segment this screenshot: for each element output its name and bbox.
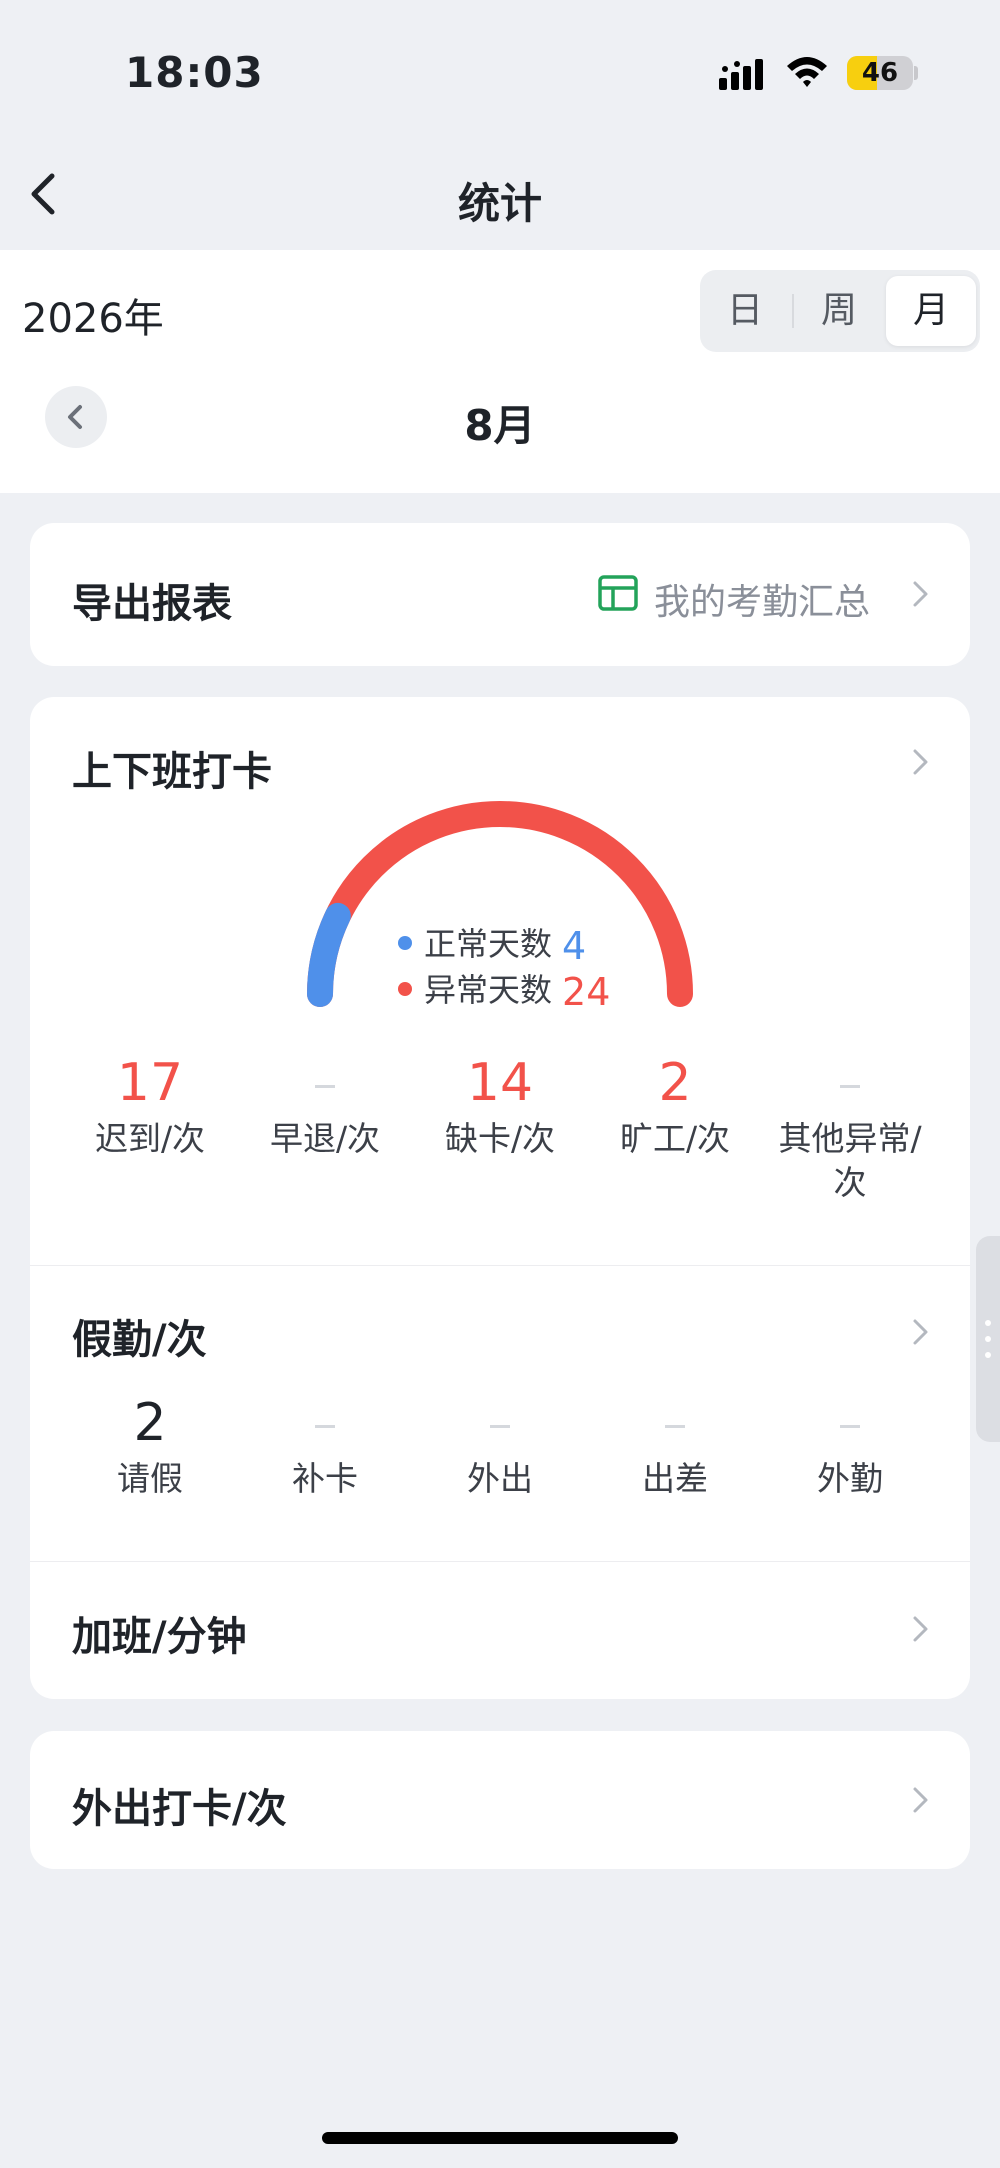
cellular-signal-icon bbox=[719, 59, 763, 90]
stat-early-leave[interactable]: 早退/次 bbox=[235, 1051, 415, 1161]
stat-missing-punch[interactable]: 14 缺卡/次 bbox=[410, 1051, 590, 1161]
stat-early-leave-value bbox=[235, 1051, 415, 1115]
section-divider bbox=[30, 1561, 970, 1562]
stat-makeup-punch-value bbox=[235, 1391, 415, 1455]
legend-abnormal: 异常天数 24 bbox=[398, 965, 610, 1014]
stat-business-trip[interactable]: 出差 bbox=[585, 1391, 765, 1501]
chevron-right-icon[interactable] bbox=[910, 1610, 932, 1648]
tab-month[interactable]: 月 bbox=[886, 276, 976, 346]
home-indicator bbox=[322, 2132, 678, 2144]
outing-punch-card[interactable]: 外出打卡/次 bbox=[30, 1731, 970, 1869]
chevron-right-icon bbox=[913, 1787, 928, 1813]
empty-dash bbox=[665, 1424, 685, 1428]
battery-percent: 46 bbox=[861, 58, 899, 88]
year-label[interactable]: 2026年 bbox=[22, 286, 164, 344]
handle-dot bbox=[985, 1336, 991, 1342]
battery-icon: 46 bbox=[847, 56, 913, 90]
stat-outing-label: 外出 bbox=[467, 1459, 533, 1498]
abnormal-days-value: 24 bbox=[562, 970, 611, 1014]
attendance-summary-link[interactable]: 我的考勤汇总 bbox=[654, 573, 870, 625]
stat-other-abnormal-label: 其他异常/次 bbox=[778, 1119, 922, 1202]
stat-late[interactable]: 17 迟到/次 bbox=[60, 1051, 240, 1161]
stat-missing-punch-value: 14 bbox=[466, 1053, 534, 1113]
clock-in-title[interactable]: 上下班打卡 bbox=[72, 739, 272, 797]
legend-normal: 正常天数 4 bbox=[398, 919, 586, 968]
period-segmented-control: 日 周 月 bbox=[700, 270, 980, 352]
stat-absent[interactable]: 2 旷工/次 bbox=[585, 1051, 765, 1161]
stat-field-work-label: 外勤 bbox=[817, 1459, 883, 1498]
empty-dash bbox=[490, 1424, 510, 1428]
stat-absent-value: 2 bbox=[658, 1053, 692, 1113]
empty-dash bbox=[315, 1424, 335, 1428]
normal-days-value: 4 bbox=[562, 924, 587, 968]
stat-leave[interactable]: 2 请假 bbox=[60, 1391, 240, 1501]
month-label: 8月 bbox=[464, 401, 536, 450]
stat-absent-label: 旷工/次 bbox=[619, 1119, 731, 1158]
section-divider bbox=[30, 1265, 970, 1266]
legend-dot-normal bbox=[398, 936, 412, 950]
stat-makeup-punch-label: 补卡 bbox=[292, 1459, 358, 1498]
leave-title[interactable]: 假勤/次 bbox=[72, 1307, 207, 1365]
stat-makeup-punch[interactable]: 补卡 bbox=[235, 1391, 415, 1501]
wifi-icon bbox=[787, 57, 827, 87]
empty-dash bbox=[315, 1084, 335, 1088]
attendance-stats-card: 上下班打卡 正常天数 4 异常天数 24 17 迟到/次 早退/次 14 缺卡/次 … bbox=[30, 697, 970, 1699]
stat-other-abnormal-value bbox=[765, 1051, 935, 1115]
stat-outing[interactable]: 外出 bbox=[410, 1391, 590, 1501]
stat-missing-punch-label: 缺卡/次 bbox=[444, 1119, 556, 1158]
stat-field-work-value bbox=[760, 1391, 940, 1455]
stat-late-label: 迟到/次 bbox=[94, 1119, 206, 1158]
stat-leave-value: 2 bbox=[133, 1393, 167, 1453]
stat-field-work[interactable]: 外勤 bbox=[760, 1391, 940, 1501]
tab-day[interactable]: 日 bbox=[700, 270, 790, 352]
legend-abnormal-label: 异常天数 bbox=[424, 971, 553, 1009]
status-time: 18:03 bbox=[125, 48, 264, 97]
export-report-title: 导出报表 bbox=[72, 581, 232, 627]
stat-leave-label: 请假 bbox=[117, 1459, 183, 1498]
legend-dot-abnormal bbox=[398, 982, 412, 996]
handle-dot bbox=[985, 1320, 991, 1326]
handle-dot bbox=[985, 1352, 991, 1358]
stat-late-value: 17 bbox=[116, 1053, 184, 1113]
gauge-normal-arc bbox=[307, 902, 351, 1007]
stat-other-abnormal[interactable]: 其他异常/次 bbox=[765, 1051, 935, 1205]
status-bar: 18:03 46 bbox=[0, 0, 1000, 140]
outing-punch-title: 外出打卡/次 bbox=[72, 1786, 287, 1832]
battery-cap bbox=[914, 66, 918, 80]
stat-outing-value bbox=[410, 1391, 590, 1455]
date-selector: 2026年 日 周 月 8月 bbox=[0, 250, 1000, 493]
floating-side-handle[interactable] bbox=[976, 1236, 1000, 1442]
tab-week[interactable]: 周 bbox=[794, 270, 884, 352]
empty-dash bbox=[840, 1424, 860, 1428]
chevron-right-icon bbox=[913, 581, 928, 607]
spreadsheet-icon bbox=[598, 575, 638, 611]
chevron-right-icon[interactable] bbox=[910, 743, 932, 781]
legend-normal-label: 正常天数 bbox=[424, 925, 553, 963]
empty-dash bbox=[840, 1084, 860, 1088]
overtime-title[interactable]: 加班/分钟 bbox=[72, 1604, 247, 1662]
stat-early-leave-label: 早退/次 bbox=[269, 1119, 381, 1158]
page-title: 统计 bbox=[457, 179, 542, 228]
stat-business-trip-label: 出差 bbox=[642, 1459, 708, 1498]
nav-bar: 统计 bbox=[0, 140, 1000, 250]
chevron-right-icon[interactable] bbox=[910, 1313, 932, 1351]
stat-business-trip-value bbox=[585, 1391, 765, 1455]
export-report-card[interactable]: 导出报表 我的考勤汇总 bbox=[30, 523, 970, 666]
